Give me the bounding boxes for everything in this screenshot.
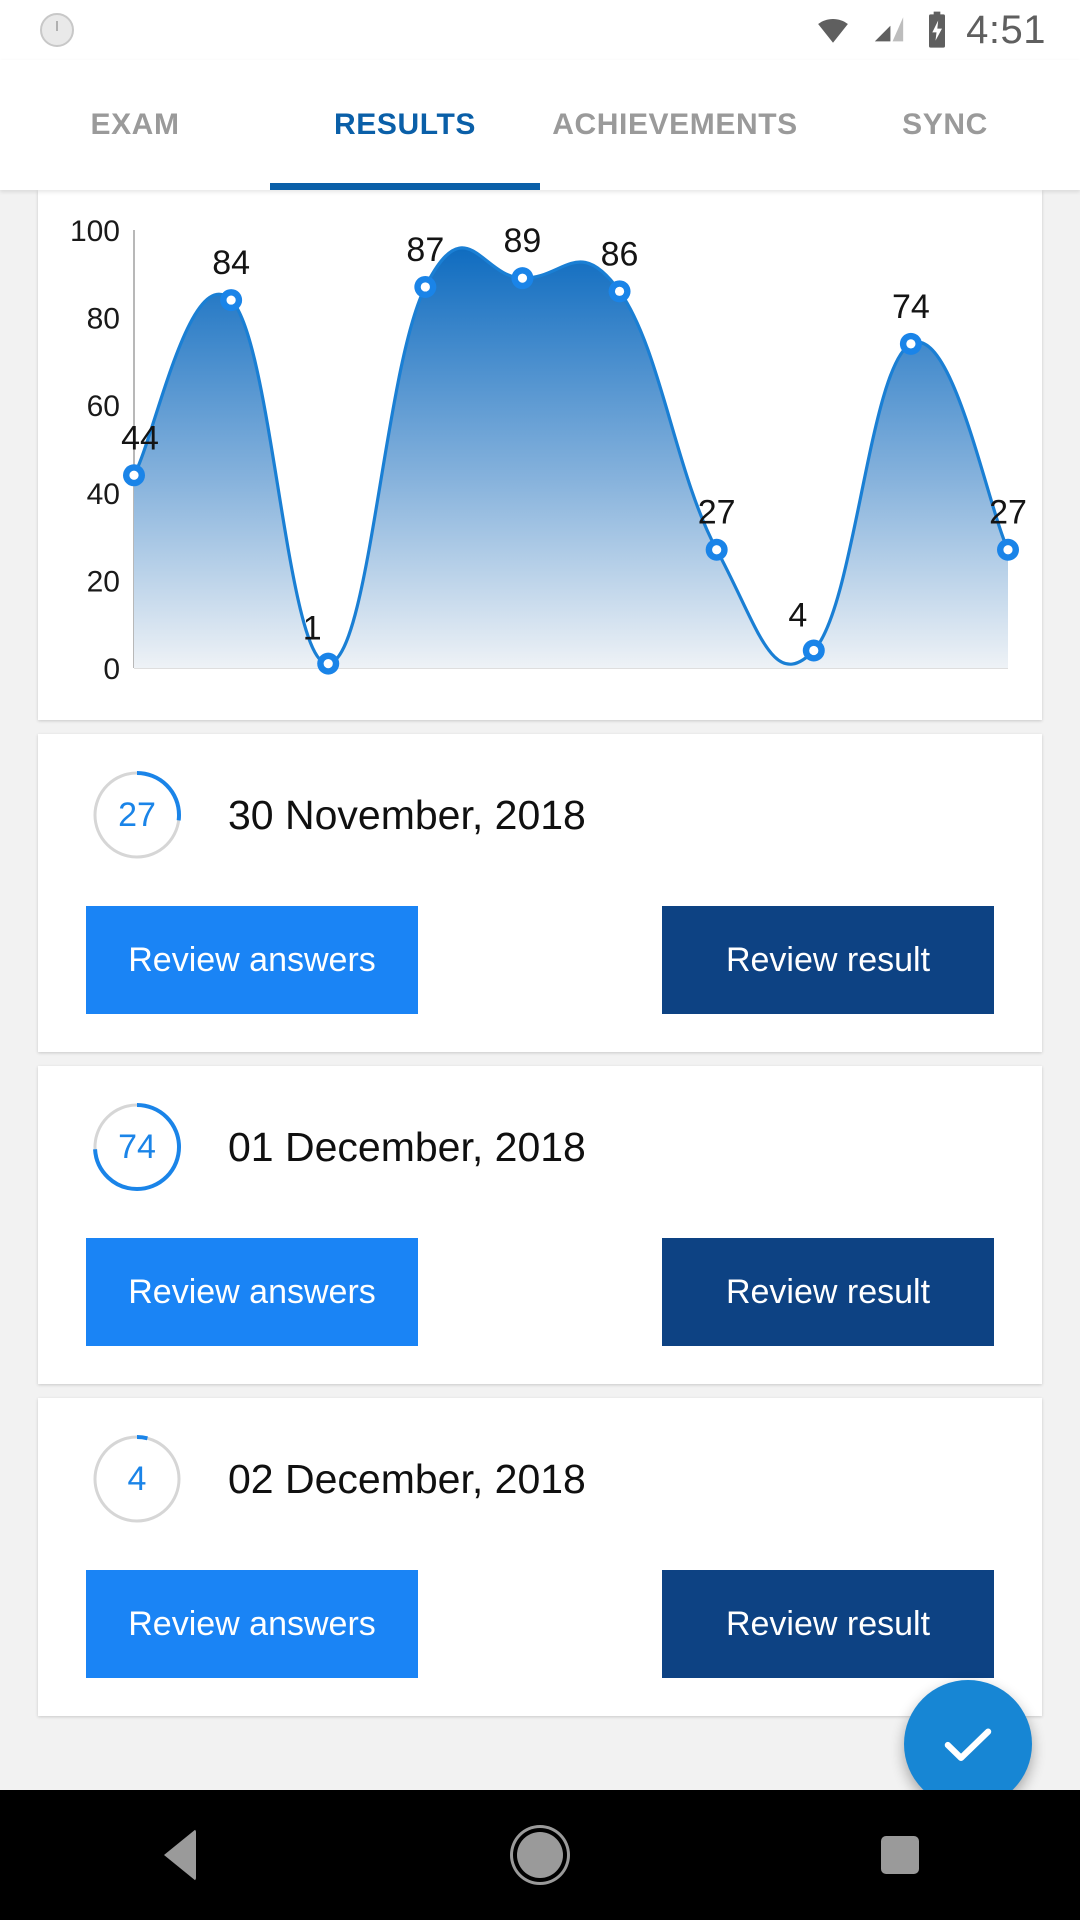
result-card-actions: Review answers Review result (38, 1570, 1042, 1678)
battery-charging-icon (929, 11, 946, 48)
chart-point-label: 27 (698, 494, 736, 532)
chart-data-point-center (517, 273, 528, 283)
tab-results[interactable]: RESULTS (270, 60, 540, 190)
check-icon (944, 1728, 992, 1762)
chart-point-label: 86 (601, 235, 639, 273)
nav-home-button[interactable] (360, 1790, 720, 1920)
results-scroll-area[interactable]: 0 20 40 60 80 100 44 84 1 87 89 86 27 4 74 27 27 30 Nov… (0, 190, 1080, 1790)
chart-point-label: 27 (989, 494, 1027, 532)
tab-results-label: RESULTS (334, 108, 476, 142)
tab-sync-label: SYNC (902, 108, 988, 142)
chart-area-fill (134, 247, 1008, 668)
chart-point-label: 4 (788, 596, 807, 634)
result-date: 02 December, 2018 (228, 1455, 586, 1502)
review-result-button[interactable]: Review result (662, 906, 994, 1014)
review-answers-button[interactable]: Review answers (86, 1570, 418, 1678)
chart-data-point-center (712, 545, 722, 555)
result-card-actions: Review answers Review result (38, 906, 1042, 1014)
status-bar-left (0, 13, 74, 47)
score-progress-ring: 27 (90, 768, 184, 862)
chart-data-point-center (129, 470, 139, 480)
tab-bar: EXAM RESULTS ACHIEVEMENTS SYNC (0, 60, 1080, 190)
chart-y-tick: 60 (87, 390, 120, 423)
review-result-button[interactable]: Review result (662, 1570, 994, 1678)
nav-recents-button[interactable] (720, 1790, 1080, 1920)
chart-data-point-center (809, 645, 819, 656)
status-bar: 4:51 (0, 0, 1080, 60)
wifi-icon (818, 18, 849, 43)
home-icon (517, 1832, 563, 1878)
chart-y-tick: 20 (87, 565, 120, 598)
tab-exam-label: EXAM (90, 108, 180, 142)
chart-y-tick: 100 (70, 215, 120, 248)
chart-data-point-center (1003, 545, 1013, 555)
chart-data-point-center (323, 659, 333, 669)
result-card-header: 27 30 November, 2018 (38, 768, 1042, 862)
chart-point-label: 89 (504, 222, 542, 260)
alarm-clock-icon (40, 13, 74, 47)
back-icon (164, 1829, 196, 1881)
chart-point-label: 84 (212, 244, 250, 282)
chart-data-point-center (226, 295, 236, 305)
score-progress-ring: 4 (90, 1432, 184, 1526)
recents-icon (881, 1836, 919, 1874)
chart-point-label: 44 (121, 419, 159, 457)
status-bar-right: 4:51 (812, 8, 1080, 53)
chart-point-label: 1 (303, 610, 322, 648)
chart-point-label: 87 (406, 231, 444, 269)
chart-point-label: 74 (892, 288, 930, 326)
score-value: 27 (118, 795, 156, 834)
result-card: 74 01 December, 2018 Review answers Revi… (38, 1066, 1042, 1384)
result-card: 27 30 November, 2018 Review answers Revi… (38, 734, 1042, 1052)
chart-y-tick: 80 (87, 303, 120, 336)
chart-y-tick: 40 (87, 478, 120, 511)
cellular-signal-icon (874, 17, 904, 42)
score-value: 74 (118, 1127, 156, 1166)
nav-back-button[interactable] (0, 1790, 360, 1920)
review-answers-button[interactable]: Review answers (86, 906, 418, 1014)
tab-exam[interactable]: EXAM (0, 60, 270, 190)
score-progress-ring: 74 (90, 1100, 184, 1194)
confirm-fab-button[interactable] (904, 1680, 1032, 1808)
result-card-header: 74 01 December, 2018 (38, 1100, 1042, 1194)
result-date: 01 December, 2018 (228, 1123, 586, 1170)
tab-achievements[interactable]: ACHIEVEMENTS (540, 60, 810, 190)
chart-data-point-center (906, 339, 916, 349)
android-navigation-bar (0, 1790, 1080, 1920)
results-area-chart: 0 20 40 60 80 100 44 84 1 87 89 86 27 4 74 27 (70, 215, 1027, 686)
chart-y-tick: 0 (103, 653, 120, 686)
result-card-actions: Review answers Review result (38, 1238, 1042, 1346)
result-card: 4 02 December, 2018 Review answers Revie… (38, 1398, 1042, 1716)
score-value: 4 (127, 1459, 147, 1498)
tab-achievements-label: ACHIEVEMENTS (552, 108, 798, 142)
result-date: 30 November, 2018 (228, 791, 586, 838)
chart-data-point-center (420, 282, 430, 292)
results-chart-card: 0 20 40 60 80 100 44 84 1 87 89 86 27 4 74 27 (38, 190, 1042, 720)
review-answers-button[interactable]: Review answers (86, 1238, 418, 1346)
chart-data-point-center (614, 286, 625, 296)
review-result-button[interactable]: Review result (662, 1238, 994, 1346)
result-card-header: 4 02 December, 2018 (38, 1432, 1042, 1526)
status-bar-clock: 4:51 (966, 7, 1046, 52)
tab-sync[interactable]: SYNC (810, 60, 1080, 190)
results-list: 27 30 November, 2018 Review answers Revi… (0, 734, 1080, 1716)
